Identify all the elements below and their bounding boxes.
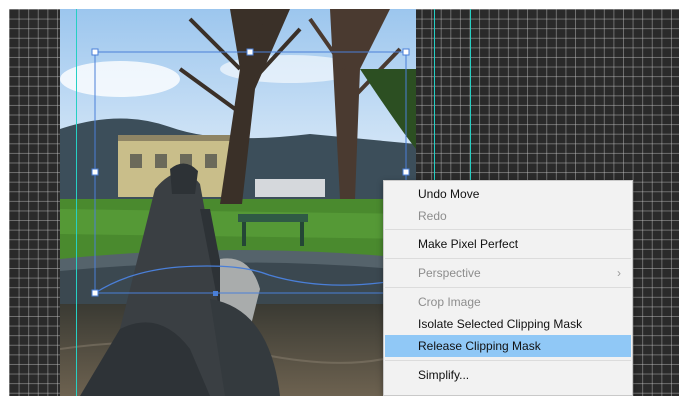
menu-item-label: Redo bbox=[418, 209, 447, 223]
menu-item-label: Release Clipping Mask bbox=[418, 339, 541, 353]
context-menu: Undo Move Redo Make Pixel Perfect Perspe… bbox=[383, 180, 633, 396]
menu-item-label: Crop Image bbox=[418, 295, 481, 309]
menu-item-make-pixel-perfect[interactable]: Make Pixel Perfect bbox=[385, 233, 631, 255]
menu-separator bbox=[385, 229, 631, 230]
menu-item-isolate-selected-clipping-mask[interactable]: Isolate Selected Clipping Mask bbox=[385, 313, 631, 335]
chevron-right-icon: › bbox=[617, 266, 621, 280]
menu-item-label: Make Pixel Perfect bbox=[418, 237, 519, 251]
menu-item-perspective[interactable]: Perspective › bbox=[385, 262, 631, 284]
menu-separator bbox=[385, 258, 631, 259]
menu-item-label: Simplify... bbox=[418, 368, 470, 382]
menu-item-label: Undo Move bbox=[418, 187, 480, 201]
menu-item-label: Isolate Selected Clipping Mask bbox=[418, 317, 583, 331]
menu-item-crop-image[interactable]: Crop Image bbox=[385, 291, 631, 313]
menu-separator bbox=[385, 287, 631, 288]
menu-item-redo[interactable]: Redo bbox=[385, 205, 631, 227]
menu-item-label: Perspective bbox=[418, 266, 481, 280]
menu-item-simplify[interactable]: Simplify... bbox=[385, 364, 631, 386]
menu-item-undo-move[interactable]: Undo Move bbox=[385, 183, 631, 205]
menu-separator bbox=[385, 360, 631, 361]
menu-item-release-clipping-mask[interactable]: Release Clipping Mask bbox=[385, 335, 631, 357]
